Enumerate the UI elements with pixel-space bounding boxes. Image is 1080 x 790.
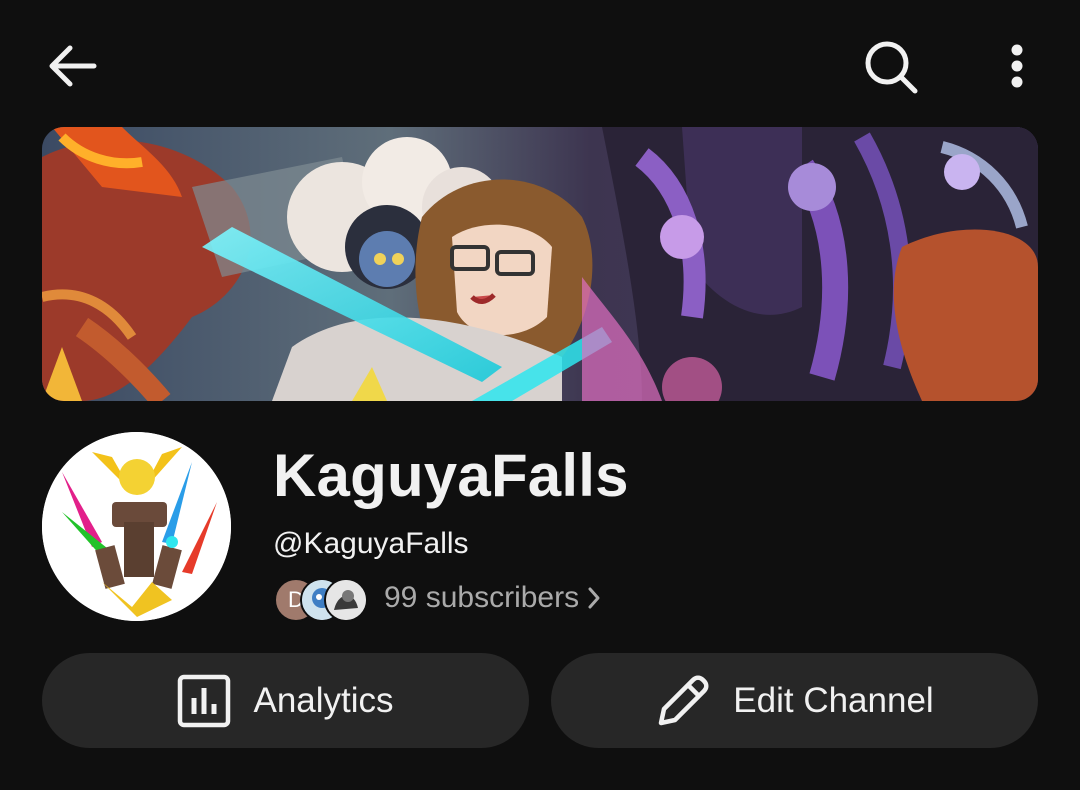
pencil-icon (655, 673, 711, 729)
more-vertical-icon (1011, 44, 1023, 88)
avatar-artwork (42, 432, 231, 621)
channel-page: KaguyaFalls @KaguyaFalls D 99 subscriber… (0, 0, 1080, 790)
analytics-icon (177, 674, 231, 728)
edit-channel-button[interactable]: Edit Channel (551, 653, 1038, 748)
banner-artwork (42, 127, 1038, 401)
edit-channel-label: Edit Channel (733, 680, 934, 720)
channel-handle: @KaguyaFalls (273, 527, 469, 560)
arrow-left-icon (49, 45, 97, 87)
subscriber-avatars: D (274, 576, 374, 622)
back-button[interactable] (40, 36, 104, 96)
chevron-right-icon (587, 586, 601, 610)
search-icon (865, 41, 918, 94)
analytics-label: Analytics (253, 680, 394, 720)
subscriber-avatar (324, 578, 368, 622)
search-button[interactable] (856, 32, 926, 102)
subscriber-count: 99 subscribers (384, 581, 580, 614)
channel-name: KaguyaFalls (273, 442, 629, 509)
more-options-button[interactable] (990, 34, 1044, 98)
channel-avatar[interactable] (42, 432, 231, 621)
subscribers-row[interactable]: D 99 subscribers (274, 575, 601, 622)
channel-banner[interactable] (42, 127, 1038, 401)
analytics-button[interactable]: Analytics (42, 653, 529, 748)
